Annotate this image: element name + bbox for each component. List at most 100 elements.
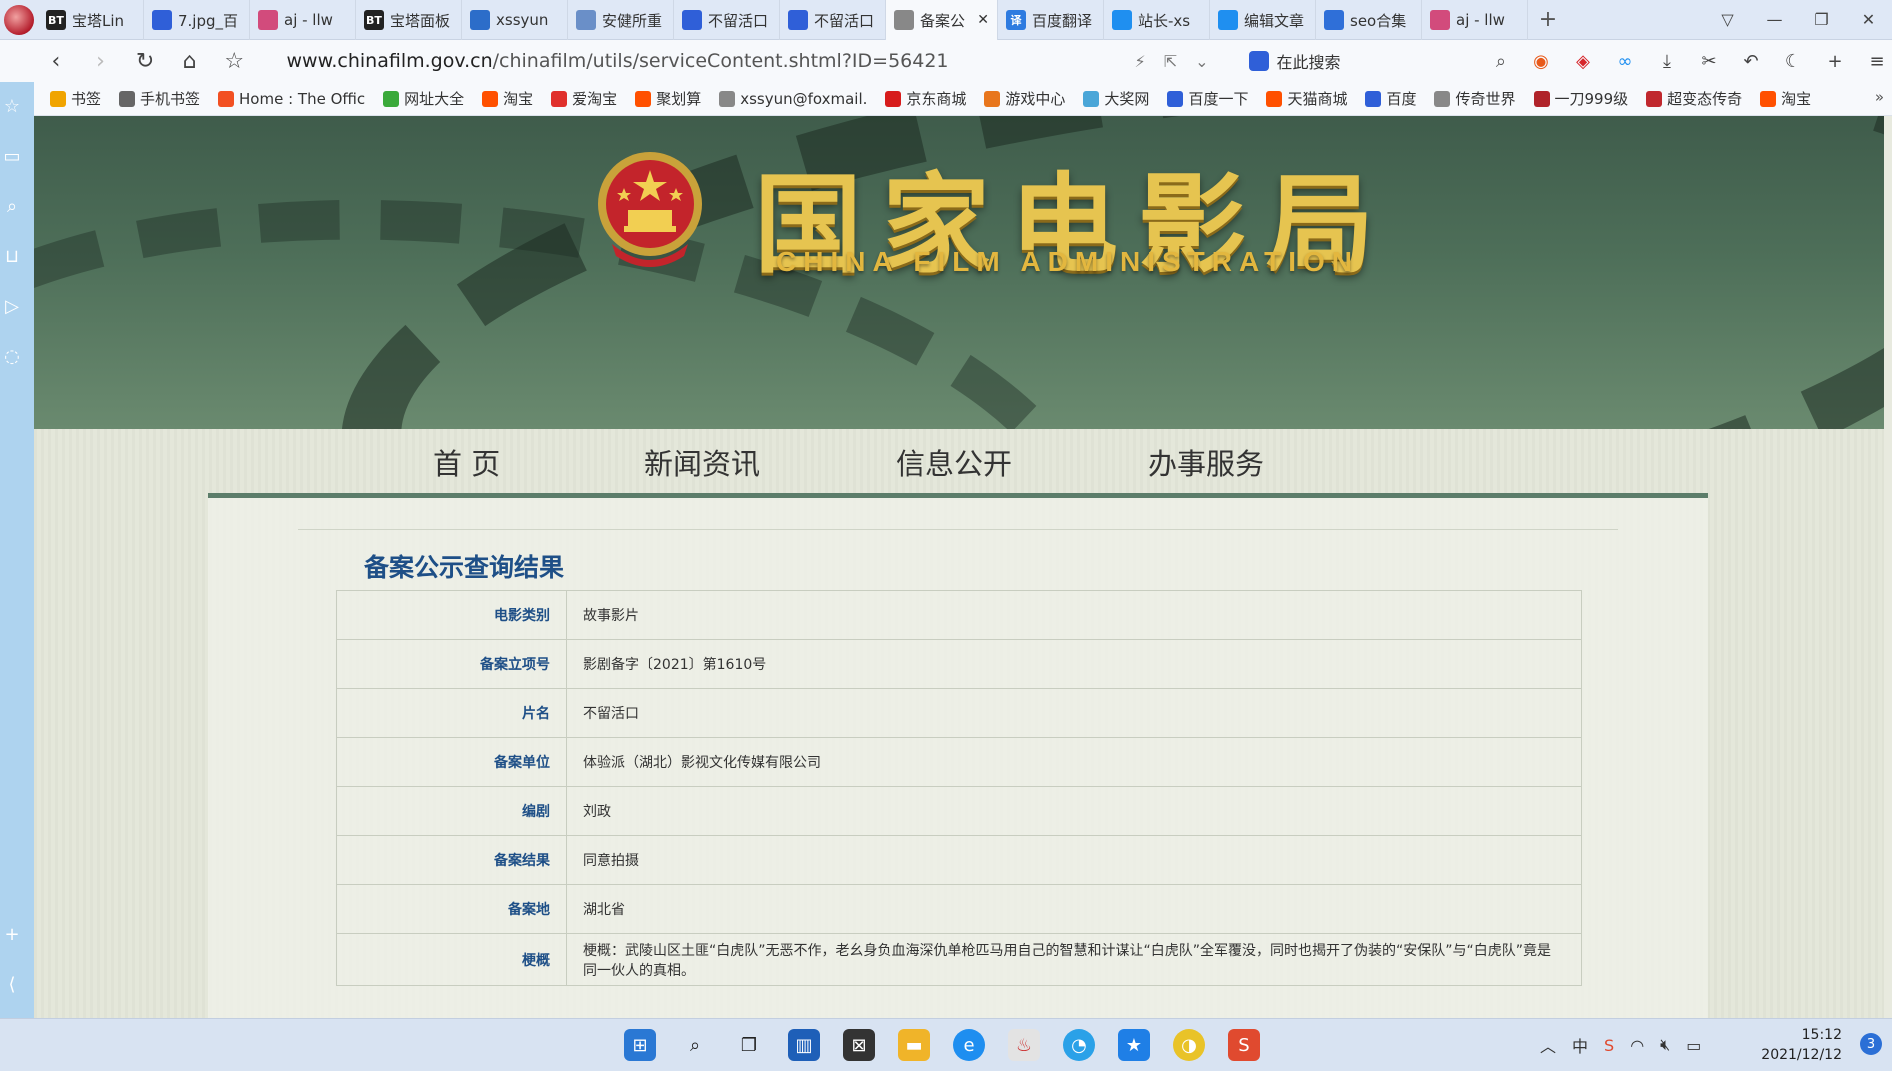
input-method-icon[interactable]: 中 <box>1572 1033 1588 1057</box>
start-icon[interactable]: ⊞ <box>624 1029 656 1061</box>
minimize-icon[interactable]: — <box>1751 0 1798 39</box>
taskbar-search-icon[interactable]: ⌕ <box>679 1029 711 1061</box>
bookmark-app-icon[interactable]: ★ <box>1118 1029 1150 1061</box>
tab-10[interactable]: 站长-xs <box>1104 0 1210 40</box>
nav-info-disclosure[interactable]: 信息公开 <box>896 441 1012 483</box>
tab-0[interactable]: BT 宝塔Lin <box>38 0 144 40</box>
bookmark-label: 网址大全 <box>404 90 465 108</box>
search-engine-icon[interactable] <box>1248 51 1269 71</box>
tab-5[interactable]: 安健所重 <box>568 0 674 40</box>
close-window-icon[interactable]: ✕ <box>1845 0 1892 39</box>
infinity-icon[interactable]: ∞ <box>1610 46 1640 76</box>
wps-icon[interactable]: S <box>1228 1029 1260 1061</box>
night-mode-icon[interactable]: ☾ <box>1778 46 1808 76</box>
tray-chevron-up-icon[interactable]: ︿ <box>1540 1033 1556 1057</box>
bookmark-item[interactable]: 淘宝 <box>1760 88 1811 109</box>
bookmark-item[interactable]: xssyun@foxmail. <box>719 90 867 108</box>
lightning-icon[interactable]: ⚡ <box>1134 52 1145 71</box>
java-icon[interactable]: ♨ <box>1008 1029 1040 1061</box>
bookmark-item[interactable]: 网址大全 <box>383 88 464 109</box>
address-input[interactable]: www.chinafilm.gov.cn/chinafilm/utils/ser… <box>286 50 1106 72</box>
bookmark-item[interactable]: 百度一下 <box>1167 88 1248 109</box>
tab-2[interactable]: aj - llw <box>250 0 356 40</box>
wps-tray-icon[interactable]: S <box>1604 1036 1614 1055</box>
qq-browser-icon[interactable]: ◔ <box>1063 1029 1095 1061</box>
store-icon[interactable]: ⊠ <box>843 1029 875 1061</box>
tab-13[interactable]: aj - llw <box>1422 0 1528 40</box>
tab-7[interactable]: 不留活口 <box>780 0 886 40</box>
bookmark-item[interactable]: Home : The Offic <box>218 90 365 108</box>
tab-3[interactable]: BT 宝塔面板 <box>356 0 462 40</box>
forward-icon[interactable]: › <box>78 40 123 82</box>
nav-services[interactable]: 办事服务 <box>1148 441 1264 483</box>
collapse-sidebar-icon[interactable]: ⟨ <box>0 972 24 996</box>
search-icon[interactable]: ⌕ <box>1496 51 1506 72</box>
field-label: 梗概 <box>336 933 567 986</box>
microsoft-icon <box>218 90 235 107</box>
ie-browser-icon[interactable]: e <box>953 1029 985 1061</box>
divider <box>298 529 1618 530</box>
menu-icon[interactable]: ≡ <box>1862 46 1892 76</box>
bookmark-item[interactable]: 京东商城 <box>885 88 966 109</box>
bookmark-item[interactable]: 手机书签 <box>119 88 200 109</box>
widgets-icon[interactable]: ▥ <box>788 1029 820 1061</box>
chevron-down-icon[interactable]: ⌄ <box>1195 52 1208 71</box>
tab-11[interactable]: 编辑文章 <box>1210 0 1316 40</box>
tab-12[interactable]: seo合集 <box>1316 0 1422 40</box>
game-icon[interactable]: ◉ <box>1526 46 1556 76</box>
tab-9[interactable]: 译百度翻译 <box>998 0 1104 40</box>
file-explorer-icon[interactable]: ▬ <box>898 1029 930 1061</box>
tab-4[interactable]: xssyun <box>462 0 568 40</box>
bookmark-item[interactable]: 超变态传奇 <box>1646 88 1742 109</box>
undo-icon[interactable]: ↶ <box>1736 46 1766 76</box>
add-icon[interactable]: + <box>1820 46 1850 76</box>
wifi-icon[interactable]: ◠ <box>1630 1036 1644 1055</box>
sidebar-search-icon[interactable]: ⌕ <box>0 194 24 218</box>
notification-badge[interactable]: 3 <box>1860 1033 1882 1055</box>
bookmark-item[interactable]: 天猫商城 <box>1266 88 1347 109</box>
restore-icon[interactable]: ❐ <box>1798 0 1845 39</box>
bookmark-item[interactable]: 聚划算 <box>635 88 701 109</box>
bookmarks-bar: 书签 手机书签 Home : The Offic 网址大全 淘宝 爱淘宝 聚划算 xssyun… <box>0 82 1892 116</box>
bookmark-item[interactable]: 游戏中心 <box>984 88 1065 109</box>
bookmark-item[interactable]: 爱淘宝 <box>551 88 617 109</box>
home-icon[interactable]: ⌂ <box>167 40 212 82</box>
bookmark-item[interactable]: 大奖网 <box>1083 88 1149 109</box>
skin-icon[interactable]: ▽ <box>1704 0 1751 39</box>
favorites-icon[interactable]: ☆ <box>0 94 24 118</box>
cut-icon[interactable]: ✂ <box>1694 46 1724 76</box>
battery-icon[interactable]: ▭ <box>1686 1036 1701 1055</box>
browser-logo-icon[interactable] <box>0 0 38 40</box>
nav-news[interactable]: 新闻资讯 <box>644 441 760 483</box>
more-bookmarks-icon[interactable]: » <box>1875 88 1884 106</box>
reading-icon[interactable]: ▭ <box>0 144 24 168</box>
share-icon[interactable]: ⇱ <box>1164 52 1177 71</box>
chat-icon[interactable]: ◌ <box>0 344 24 368</box>
bookmark-item[interactable]: 淘宝 <box>482 88 533 109</box>
task-view-icon[interactable]: ❐ <box>733 1029 765 1061</box>
search-input[interactable]: 在此搜索 <box>1277 49 1341 73</box>
reload-icon[interactable]: ↻ <box>123 40 168 82</box>
add-sidebar-icon[interactable]: + <box>0 922 24 946</box>
bookmark-star-icon[interactable]: ☆ <box>212 40 257 82</box>
bookmark-item[interactable]: 一刀999级 <box>1533 88 1628 109</box>
bookmark-item[interactable]: 传奇世界 <box>1434 88 1516 109</box>
nav-home[interactable]: 首 页 <box>433 441 500 483</box>
video-icon[interactable]: ▷ <box>0 294 24 318</box>
shopping-cart-icon[interactable]: ⊔ <box>0 244 24 268</box>
browser-tools: ◉ ◈ ∞ ⤓ ✂ ↶ ☾ + ≡ <box>1526 46 1892 76</box>
close-tab-icon[interactable]: ✕ <box>977 12 989 28</box>
back-icon[interactable]: ‹ <box>34 40 79 82</box>
clock[interactable]: 15:12 2021/12/12 <box>1761 1025 1842 1065</box>
bookmark-item[interactable]: 百度 <box>1365 88 1416 109</box>
colorful-app-icon[interactable]: ◑ <box>1173 1029 1205 1061</box>
new-tab-icon[interactable]: + <box>1528 0 1568 39</box>
tab-1[interactable]: 7.jpg_百 <box>144 0 250 40</box>
volume-muted-icon[interactable]: 🔇︎ <box>1660 1035 1670 1055</box>
bookmark-item[interactable]: 书签 <box>50 88 101 109</box>
tab-8[interactable]: 备案公 ✕ <box>886 0 998 40</box>
search-box[interactable]: 在此搜索 ⌕ <box>1248 46 1506 76</box>
tab-6[interactable]: 不留活口 <box>674 0 780 40</box>
download-icon[interactable]: ⤓ <box>1652 46 1682 76</box>
news-icon[interactable]: ◈ <box>1568 46 1598 76</box>
